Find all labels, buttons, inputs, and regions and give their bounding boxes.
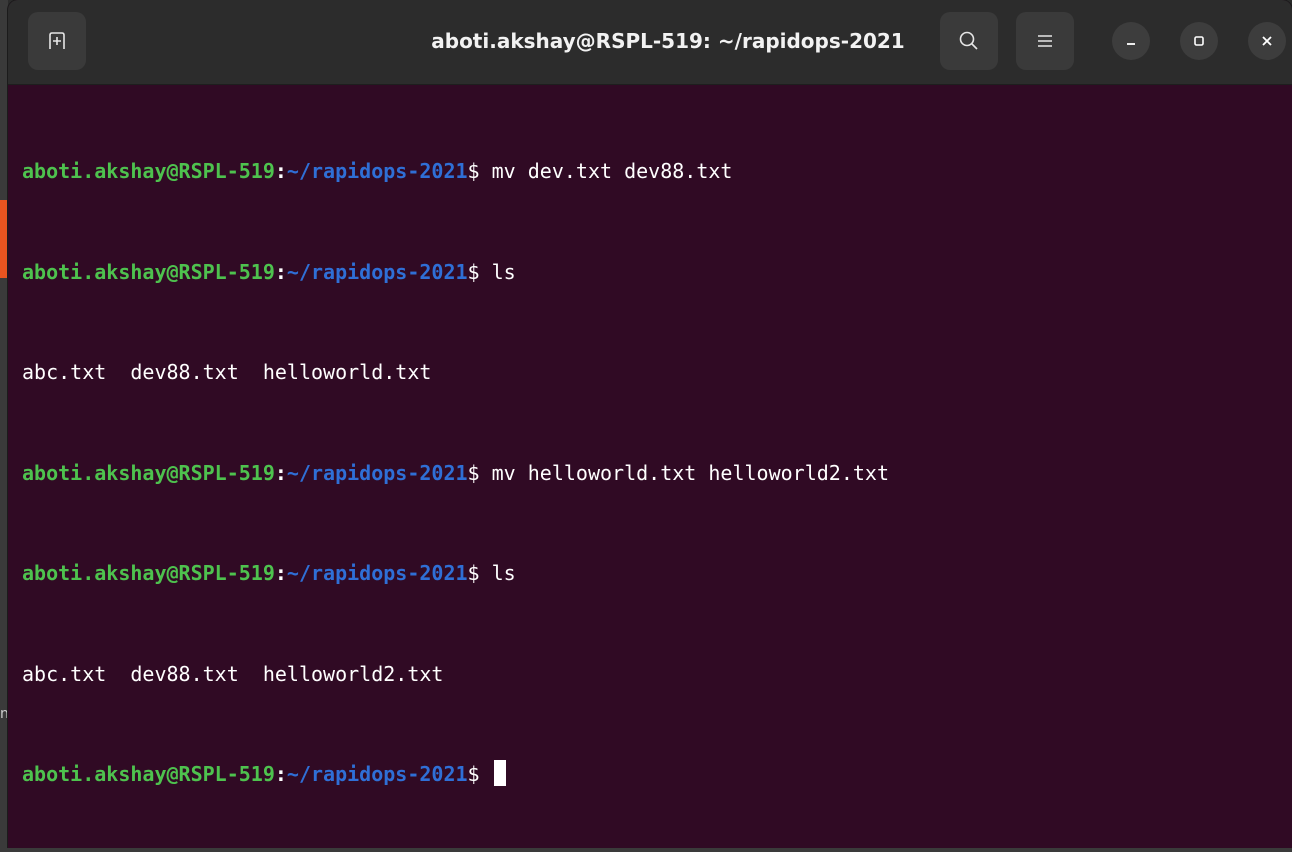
prompt-path: ~/rapidops-2021 (286, 460, 468, 485)
prompt-user: aboti.akshay@RSPL-519 (22, 460, 275, 485)
window-title: aboti.akshay@RSPL-519: ~/rapidops-2021 (431, 29, 905, 53)
hamburger-menu-icon (1038, 35, 1052, 47)
prompt-user: aboti.akshay@RSPL-519 (22, 762, 275, 786)
prompt-dollar: $ (467, 259, 492, 284)
new-tab-icon (49, 32, 65, 49)
terminal-line: aboti.akshay@RSPL-519:~/rapidops-2021$ m… (22, 155, 1292, 189)
prompt-path: ~/rapidops-2021 (286, 561, 468, 585)
prompt-colon: : (274, 460, 287, 485)
terminal-line: abc.txt dev88.txt helloworld2.txt (22, 658, 1292, 692)
prompt-user: aboti.akshay@RSPL-519 (22, 561, 275, 585)
terminal-line: aboti.akshay@RSPL-519:~/rapidops-2021$ m… (22, 457, 1292, 491)
output-text: abc.txt dev88.txt helloworld.txt (22, 360, 432, 384)
prompt-user: aboti.akshay@RSPL-519 (22, 159, 275, 183)
command-text: ls (491, 259, 516, 284)
close-icon (1262, 36, 1272, 46)
prompt-path: ~/rapidops-2021 (286, 259, 468, 284)
terminal-output[interactable]: aboti.akshay@RSPL-519:~/rapidops-2021$ m… (22, 88, 1292, 848)
menu-button[interactable] (1016, 12, 1074, 70)
prompt-dollar: $ (467, 460, 492, 485)
search-icon (959, 31, 978, 50)
terminal-line: aboti.akshay@RSPL-519:~/rapidops-2021$ l… (22, 256, 1292, 290)
terminal-line: aboti.akshay@RSPL-519:~/rapidops-2021$ l… (22, 557, 1292, 591)
prompt-dollar: $ (467, 762, 492, 786)
prompt-dollar: $ (467, 159, 492, 183)
output-text: abc.txt dev88.txt helloworld2.txt (22, 661, 444, 686)
desktop-left-strip (0, 0, 8, 852)
desktop-edge-glyph: n (0, 706, 8, 722)
prompt-path: ~/rapidops-2021 (286, 762, 468, 786)
search-button[interactable] (940, 12, 998, 70)
prompt-dollar: $ (467, 561, 492, 585)
command-text: ls (491, 561, 516, 585)
prompt-colon: : (274, 259, 287, 284)
title-bar: aboti.akshay@RSPL-519: ~/rapidops-2021 (8, 0, 1292, 85)
prompt-colon: : (274, 762, 287, 786)
maximize-icon (1194, 36, 1204, 46)
command-text: mv dev.txt dev88.txt (491, 159, 733, 183)
prompt-path: ~/rapidops-2021 (286, 159, 468, 183)
maximize-button[interactable] (1180, 22, 1218, 60)
terminal-window: aboti.akshay@RSPL-519: ~/rapidops-2021 a… (8, 0, 1292, 848)
terminal-line: aboti.akshay@RSPL-519:~/rapidops-2021$ (22, 758, 1292, 792)
prompt-colon: : (274, 561, 287, 585)
new-tab-button[interactable] (28, 12, 86, 70)
close-button[interactable] (1248, 22, 1286, 60)
command-text: mv helloworld.txt helloworld2.txt (491, 460, 889, 485)
bottom-panel-edge (0, 848, 1292, 852)
prompt-colon: : (274, 159, 287, 183)
terminal-cursor (493, 760, 506, 786)
dock-active-indicator (0, 200, 8, 278)
terminal-line: abc.txt dev88.txt helloworld.txt (22, 356, 1292, 390)
minimize-icon (1127, 43, 1135, 45)
prompt-user: aboti.akshay@RSPL-519 (22, 259, 275, 284)
minimize-button[interactable] (1112, 22, 1150, 60)
